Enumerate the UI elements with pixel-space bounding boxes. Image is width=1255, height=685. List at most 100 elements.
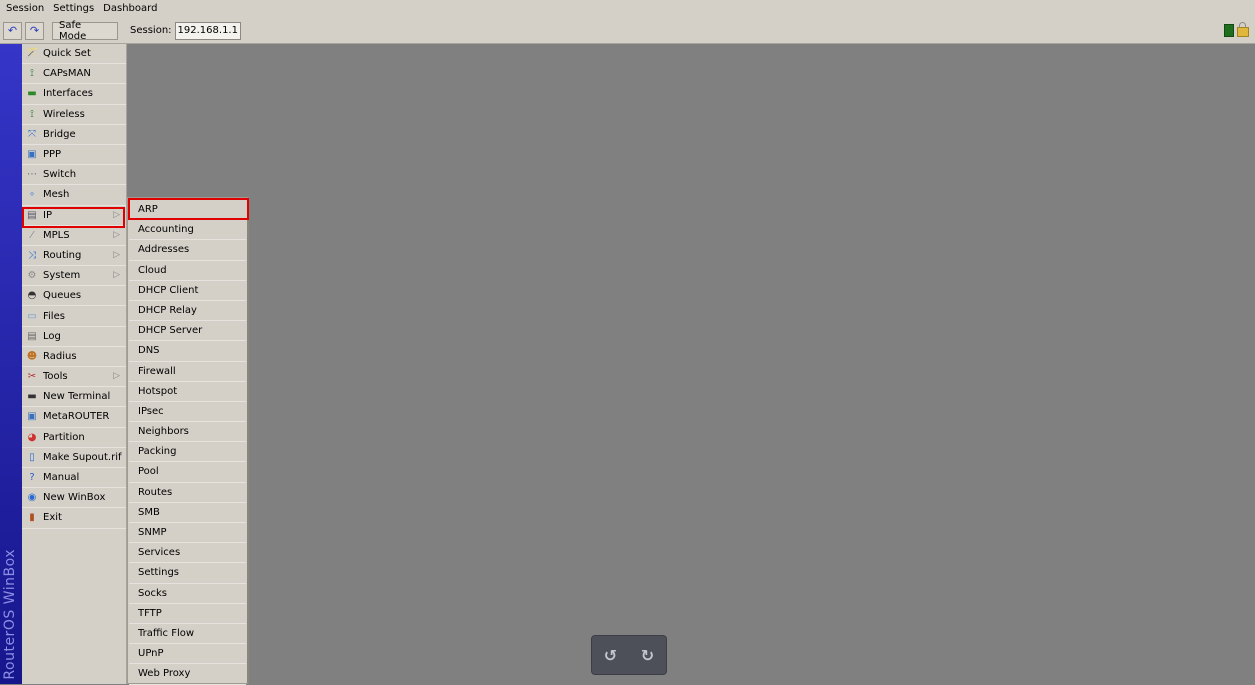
submenu-item-dhcp-client[interactable]: DHCP Client xyxy=(129,281,246,301)
sidebar-item-mpls[interactable]: ⁄ MPLS ▷ xyxy=(22,226,126,246)
redo-button[interactable]: ↷ xyxy=(25,21,44,40)
sidebar-item-label: Bridge xyxy=(43,128,76,140)
submenu-item-hotspot[interactable]: Hotspot xyxy=(129,382,246,402)
submenu-item-services[interactable]: Services xyxy=(129,543,246,564)
sidebar-item-switch[interactable]: ⋯ Switch xyxy=(22,165,126,186)
submenu-item-firewall[interactable]: Firewall xyxy=(129,362,246,382)
mesh-icon: ∘ xyxy=(28,189,36,201)
sidebar-item-make-supout-rif[interactable]: ▯ Make Supout.rif xyxy=(22,448,126,468)
submenu-item-ipsec[interactable]: IPsec xyxy=(129,402,246,423)
redo-icon: ↷ xyxy=(29,24,40,37)
sidebar-item-wireless[interactable]: ⟟ Wireless xyxy=(22,105,126,125)
submenu-item-settings[interactable]: Settings xyxy=(129,563,246,584)
sidebar-item-label: Queues xyxy=(43,290,82,302)
session-field[interactable]: 192.168.1.1 xyxy=(174,21,241,40)
sidebar-item-label: Files xyxy=(43,310,65,322)
submenu-item-dns[interactable]: DNS xyxy=(129,341,246,362)
sidebar-item-label: New Terminal xyxy=(43,391,111,403)
sidebar-item-log[interactable]: ▤ Log xyxy=(22,327,126,347)
undo-icon: ↶ xyxy=(7,24,18,37)
submenu-item-dhcp-server[interactable]: DHCP Server xyxy=(129,321,246,342)
sidebar-item-label: MetaROUTER xyxy=(43,411,110,423)
toolbar: ↶ ↷ Safe Mode Session: 192.168.1.1 xyxy=(0,18,1255,44)
sidebar-item-queues[interactable]: ◓ Queues xyxy=(22,286,126,307)
menu-dashboard[interactable]: Dashboard xyxy=(97,0,160,18)
sidebar-item-new-winbox[interactable]: ◉ New WinBox xyxy=(22,488,126,509)
bridge-icon: ⤧ xyxy=(28,128,36,140)
sidebar-item-label: PPP xyxy=(43,149,62,161)
sidebar-item-label: Routing xyxy=(43,249,82,261)
undo-button[interactable]: ↶ xyxy=(3,21,22,40)
quick-set-icon: 🪄 xyxy=(25,48,39,60)
sidebar-item-routing[interactable]: ⤨ Routing ▷ xyxy=(22,246,126,267)
submenu-arrow-icon: ▷ xyxy=(113,371,120,381)
submenu-item-web-proxy[interactable]: Web Proxy xyxy=(129,664,246,685)
sidebar-item-files[interactable]: ▭ Files xyxy=(22,306,126,327)
sidebar-item-tools[interactable]: ✂ Tools ▷ xyxy=(22,367,126,388)
sidebar: 🪄 Quick Set ⟟ CAPsMAN ▬ Interfaces ⟟ Wireless ⤧ B… xyxy=(22,44,127,684)
menu-bar: Session Settings Dashboard xyxy=(0,0,1255,19)
submenu-item-cloud[interactable]: Cloud xyxy=(129,261,246,281)
submenu-item-tftp[interactable]: TFTP xyxy=(129,604,246,624)
rotate-left-icon[interactable]: ↺ xyxy=(604,646,617,665)
sidebar-item-label: CAPsMAN xyxy=(43,68,91,80)
sidebar-item-exit[interactable]: ▮ Exit xyxy=(22,508,126,529)
terminal-icon: ▬ xyxy=(27,391,37,403)
sidebar-item-interfaces[interactable]: ▬ Interfaces xyxy=(22,84,126,105)
submenu-arrow-icon: ▷ xyxy=(113,270,120,281)
sidebar-item-ip[interactable]: ▤ IP ▷ xyxy=(22,206,126,226)
connection-status-icon xyxy=(1224,23,1234,37)
wireless-icon: ⟟ xyxy=(30,108,34,120)
metarouter-icon: ▣ xyxy=(27,411,37,423)
sidebar-item-label: System xyxy=(43,270,81,282)
status-area xyxy=(1224,22,1249,37)
sidebar-item-mesh[interactable]: ∘ Mesh xyxy=(22,185,126,206)
submenu-item-snmp[interactable]: SNMP xyxy=(129,523,246,544)
brand-bar: RouterOS WinBox xyxy=(0,44,22,684)
manual-icon: ? xyxy=(29,472,35,484)
menu-session[interactable]: Session xyxy=(0,0,47,18)
submenu-item-neighbors[interactable]: Neighbors xyxy=(129,422,246,443)
sidebar-item-label: Partition xyxy=(43,431,85,443)
sidebar-item-label: Exit xyxy=(43,512,62,524)
safe-mode-button[interactable]: Safe Mode xyxy=(52,20,118,42)
files-icon: ▭ xyxy=(27,310,37,322)
sidebar-item-partition[interactable]: ◕ Partition xyxy=(22,428,126,448)
sidebar-item-label: Make Supout.rif xyxy=(43,451,122,463)
submenu-item-addresses[interactable]: Addresses xyxy=(129,240,246,261)
tools-icon: ✂ xyxy=(27,371,37,383)
submenu-item-smb[interactable]: SMB xyxy=(129,503,246,523)
sidebar-item-quick-set[interactable]: 🪄 Quick Set xyxy=(22,44,126,65)
sidebar-item-system[interactable]: ⚙ System ▷ xyxy=(22,266,126,287)
sidebar-item-radius[interactable]: ☻ Radius xyxy=(22,347,126,367)
sidebar-item-label: Radius xyxy=(43,350,77,362)
submenu-item-upnp[interactable]: UPnP xyxy=(129,644,246,665)
submenu-item-routes[interactable]: Routes xyxy=(129,483,246,503)
sidebar-item-ppp[interactable]: ▣ PPP xyxy=(22,145,126,166)
submenu-item-packing[interactable]: Packing xyxy=(129,442,246,463)
sidebar-item-manual[interactable]: ? Manual xyxy=(22,468,126,489)
rotate-right-icon[interactable]: ↻ xyxy=(641,646,654,665)
sidebar-item-bridge[interactable]: ⤧ Bridge xyxy=(22,125,126,145)
submenu-item-socks[interactable]: Socks xyxy=(129,584,246,604)
submenu-arrow-icon: ▷ xyxy=(113,249,120,260)
menu-settings[interactable]: Settings xyxy=(47,0,97,18)
log-icon: ▤ xyxy=(27,330,37,342)
sidebar-item-metarouter[interactable]: ▣ MetaROUTER xyxy=(22,407,126,428)
sidebar-item-label: Switch xyxy=(43,169,77,181)
supout-icon: ▯ xyxy=(29,451,35,463)
ip-icon: ▤ xyxy=(27,209,37,221)
submenu-item-dhcp-relay[interactable]: DHCP Relay xyxy=(129,301,246,322)
submenu-item-pool[interactable]: Pool xyxy=(129,462,246,483)
system-icon: ⚙ xyxy=(27,270,37,282)
sidebar-item-capsman[interactable]: ⟟ CAPsMAN xyxy=(22,64,126,85)
submenu-arrow-icon: ▷ xyxy=(113,229,120,240)
submenu-item-accounting[interactable]: Accounting xyxy=(129,220,246,241)
routing-icon: ⤨ xyxy=(28,249,36,261)
submenu-item-traffic-flow[interactable]: Traffic Flow xyxy=(129,624,246,645)
interfaces-icon: ▬ xyxy=(27,88,37,100)
session-label: Session: xyxy=(130,25,172,36)
sidebar-item-new-terminal[interactable]: ▬ New Terminal xyxy=(22,387,126,408)
winbox-icon: ◉ xyxy=(27,492,37,504)
submenu-item-arp[interactable]: ARP xyxy=(129,200,246,221)
